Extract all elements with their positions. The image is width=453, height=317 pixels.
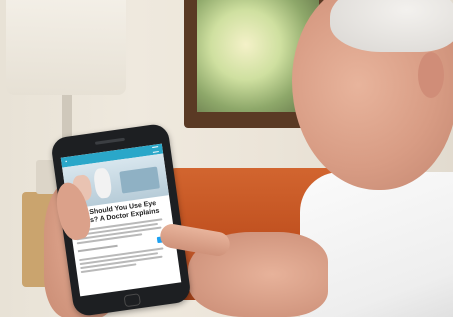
hero-doctor xyxy=(92,167,113,200)
app-logo: ▪ xyxy=(64,158,68,166)
man-hair xyxy=(330,0,453,52)
menu-icon[interactable] xyxy=(152,146,159,153)
photo-scene: ▪ How Should You Use Eye Drops? A Doctor… xyxy=(0,0,453,317)
home-button-icon[interactable] xyxy=(123,293,142,308)
meta-text xyxy=(77,244,118,253)
man-ear xyxy=(418,52,444,98)
floor-lamp-shade xyxy=(6,0,126,95)
hero-monitor xyxy=(119,166,160,194)
phone-speaker xyxy=(94,137,125,145)
